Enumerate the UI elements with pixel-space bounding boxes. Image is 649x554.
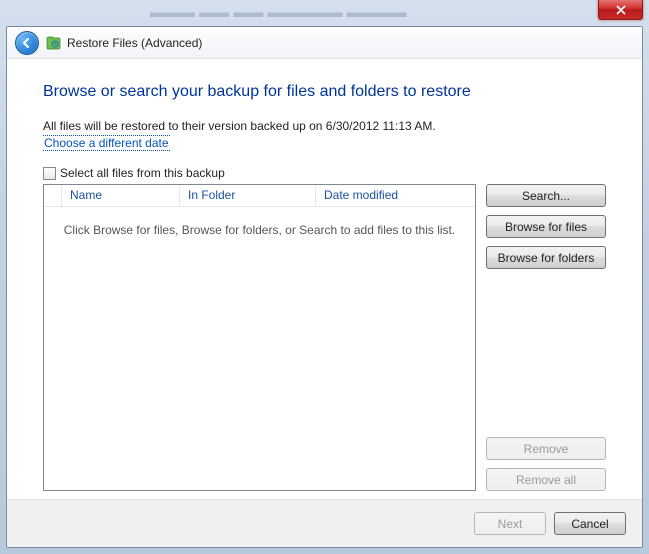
remove-button: Remove <box>486 437 606 460</box>
column-header-date[interactable]: Date modified <box>316 185 475 206</box>
nav-bar: Restore Files (Advanced) <box>7 27 642 59</box>
column-spacer <box>44 185 62 206</box>
select-all-label: Select all files from this backup <box>60 166 225 180</box>
back-arrow-icon <box>21 37 33 49</box>
select-all-row: Select all files from this backup <box>43 166 606 180</box>
page-heading: Browse or search your backup for files a… <box>43 83 606 101</box>
column-header-folder[interactable]: In Folder <box>180 185 316 206</box>
choose-date-link[interactable]: Choose a different date <box>43 135 170 151</box>
dialog-window: Restore Files (Advanced) Browse or searc… <box>6 26 643 548</box>
select-all-checkbox[interactable] <box>43 167 56 180</box>
next-button: Next <box>474 512 546 535</box>
cancel-button[interactable]: Cancel <box>554 512 626 535</box>
close-icon <box>616 5 626 15</box>
main-row: Name In Folder Date modified Click Brows… <box>43 184 606 491</box>
browse-files-button[interactable]: Browse for files <box>486 215 606 238</box>
restore-files-icon <box>45 35 61 51</box>
footer: Next Cancel <box>7 499 642 547</box>
content-area: Browse or search your backup for files a… <box>7 59 642 499</box>
empty-list-message: Click Browse for files, Browse for folde… <box>44 223 475 237</box>
browse-folders-button[interactable]: Browse for folders <box>486 246 606 269</box>
search-button[interactable]: Search... <box>486 184 606 207</box>
description-text: All files will be restored to their vers… <box>43 119 606 133</box>
window-title: Restore Files (Advanced) <box>67 36 202 50</box>
side-buttons: Search... Browse for files Browse for fo… <box>486 184 606 491</box>
list-body: Click Browse for files, Browse for folde… <box>44 207 475 490</box>
list-header: Name In Folder Date modified <box>44 185 475 207</box>
window-close-button[interactable] <box>598 0 643 20</box>
file-list[interactable]: Name In Folder Date modified Click Brows… <box>43 184 476 491</box>
column-header-name[interactable]: Name <box>62 185 180 206</box>
back-button[interactable] <box>15 31 39 55</box>
remove-all-button: Remove all <box>486 468 606 491</box>
